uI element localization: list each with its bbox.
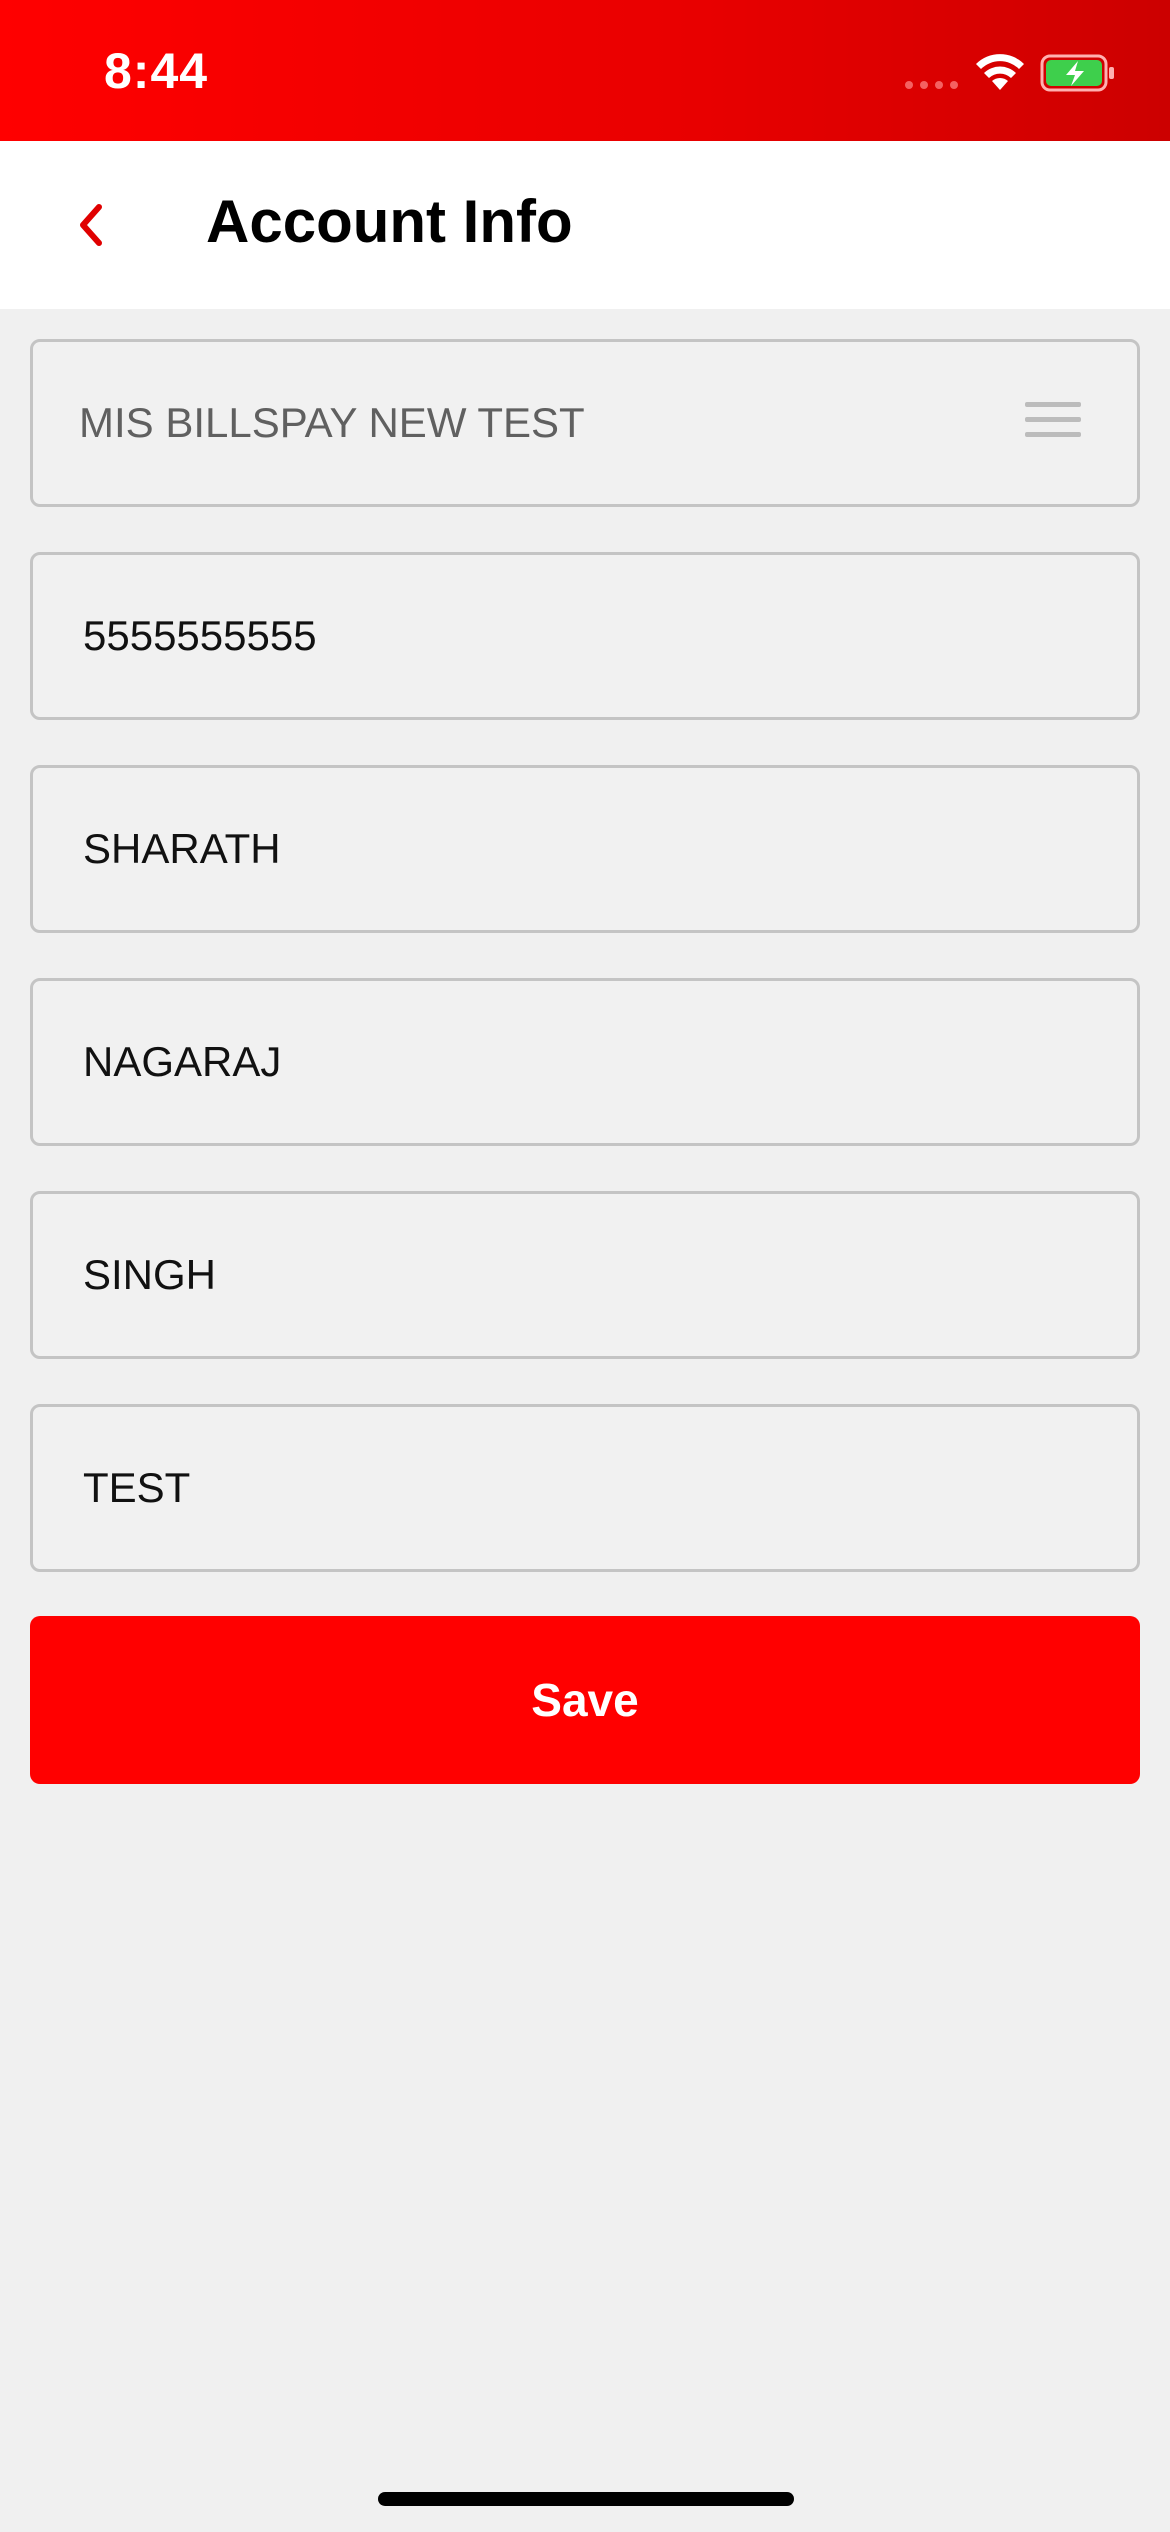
nickname-field[interactable]: TEST xyxy=(30,1404,1140,1572)
nickname-value: TEST xyxy=(83,1464,191,1511)
battery-charging-icon xyxy=(1040,54,1114,92)
save-button-label: Save xyxy=(531,1674,639,1726)
first-name-field[interactable]: SHARATH xyxy=(30,765,1140,933)
menu-icon xyxy=(1025,402,1081,444)
page-title: Account Info xyxy=(206,188,573,255)
save-button[interactable]: Save xyxy=(30,1616,1140,1784)
signal-dots-icon xyxy=(905,81,958,89)
last-name-field[interactable]: SINGH xyxy=(30,1191,1140,1359)
account-info-screen: 8:44 Account Info MIS BILLSPAY NEW TEST … xyxy=(0,0,1170,2532)
chevron-left-icon xyxy=(80,204,102,246)
back-button[interactable] xyxy=(50,185,130,265)
status-time: 8:44 xyxy=(104,43,209,99)
phone-number-field[interactable]: 5555555555 xyxy=(30,552,1140,720)
nav-bar: Account Info xyxy=(0,141,1170,309)
wifi-icon xyxy=(976,54,1024,90)
account-select-value: MIS BILLSPAY NEW TEST xyxy=(79,399,585,446)
last-name-value: SINGH xyxy=(83,1251,217,1298)
middle-name-field[interactable]: NAGARAJ xyxy=(30,978,1140,1146)
middle-name-value: NAGARAJ xyxy=(83,1038,282,1085)
status-bar: 8:44 xyxy=(0,0,1170,141)
account-select[interactable]: MIS BILLSPAY NEW TEST xyxy=(30,339,1140,507)
phone-number-value: 5555555555 xyxy=(83,612,317,659)
first-name-value: SHARATH xyxy=(83,825,281,872)
home-indicator[interactable] xyxy=(378,2492,794,2506)
